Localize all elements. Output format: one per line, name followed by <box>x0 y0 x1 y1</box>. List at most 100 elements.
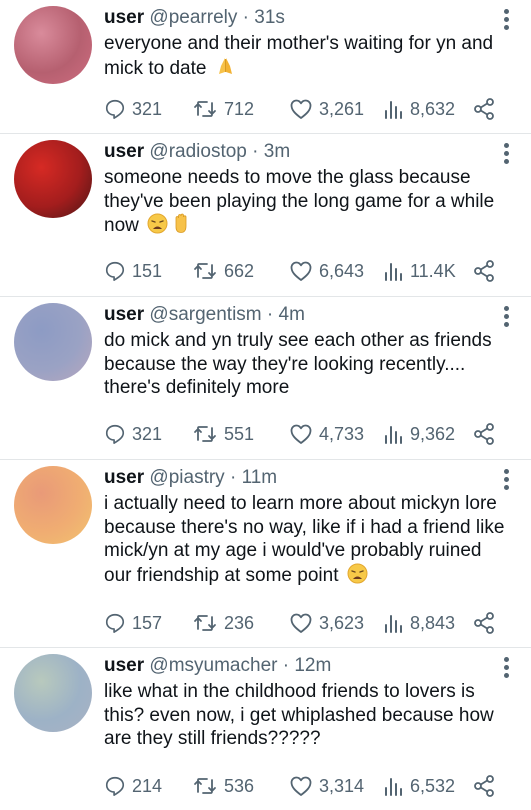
reply-count: 321 <box>132 423 163 444</box>
tweet-header: user @sargentism · 4m <box>104 304 305 326</box>
tweet-feed: user @pearrely · 31s everyone and their … <box>0 0 531 810</box>
weary-face-emoji <box>347 563 368 584</box>
more-options-icon[interactable] <box>503 657 509 679</box>
separator: · <box>229 467 237 488</box>
share-button[interactable] <box>472 96 502 122</box>
retweet-count: 551 <box>224 423 255 444</box>
views-icon <box>385 615 402 633</box>
retweet-count: 712 <box>224 98 255 119</box>
reply-button[interactable]: 151 <box>104 258 162 284</box>
reply-icon <box>105 424 125 444</box>
reply-button[interactable]: 214 <box>104 773 162 799</box>
tweet-text: i actually need to learn more about mick… <box>104 492 514 587</box>
share-button[interactable] <box>472 258 502 284</box>
views-count: 6,532 <box>410 775 456 796</box>
tweet-text: someone needs to move the glass because … <box>104 166 514 238</box>
views-button[interactable]: 9,362 <box>382 421 455 447</box>
views-button[interactable]: 8,632 <box>382 96 455 122</box>
tweet[interactable]: user @piastry · 11m i actually need to l… <box>0 460 531 648</box>
retweet-count: 662 <box>224 260 255 281</box>
display-name[interactable]: user <box>104 467 144 488</box>
tweet[interactable]: user @radiostop · 3m someone needs to mo… <box>0 134 531 297</box>
tweet-text-content: everyone and their mother's waiting for … <box>104 33 494 79</box>
retweet-icon <box>194 615 216 631</box>
views-icon <box>385 778 402 796</box>
timestamp[interactable]: 4m <box>279 304 305 325</box>
user-handle[interactable]: @sargentism <box>149 304 261 325</box>
share-button[interactable] <box>472 421 502 447</box>
display-name[interactable]: user <box>104 304 144 325</box>
timestamp[interactable]: 31s <box>254 7 285 28</box>
user-handle[interactable]: @radiostop <box>149 141 246 162</box>
tweet-actions: 321 551 4,733 9,362 <box>104 421 504 447</box>
share-icon <box>474 612 494 634</box>
avatar[interactable] <box>14 140 92 218</box>
retweet-button[interactable]: 712 <box>192 96 254 122</box>
like-button[interactable]: 3,261 <box>289 96 364 122</box>
views-count: 8,843 <box>410 612 456 633</box>
views-count: 11.4K <box>410 260 456 281</box>
like-button[interactable]: 6,643 <box>289 258 364 284</box>
like-count: 3,314 <box>319 775 365 796</box>
display-name[interactable]: user <box>104 655 144 676</box>
user-handle[interactable]: @msyumacher <box>149 655 277 676</box>
tweet[interactable]: user @pearrely · 31s everyone and their … <box>0 0 531 134</box>
share-icon <box>474 775 494 797</box>
retweet-button[interactable]: 536 <box>192 773 254 799</box>
timestamp[interactable]: 3m <box>264 141 290 162</box>
avatar[interactable] <box>14 466 92 544</box>
reply-icon <box>105 99 125 119</box>
tweet-actions: 214 536 3,314 6,532 <box>104 773 504 799</box>
views-button[interactable]: 6,532 <box>382 773 455 799</box>
more-options-icon[interactable] <box>503 469 509 491</box>
like-button[interactable]: 4,733 <box>289 421 364 447</box>
timestamp[interactable]: 12m <box>294 655 331 676</box>
reply-count: 151 <box>132 260 163 281</box>
retweet-button[interactable]: 662 <box>192 258 254 284</box>
reply-icon <box>105 613 125 633</box>
like-button[interactable]: 3,623 <box>289 610 364 636</box>
reply-button[interactable]: 157 <box>104 610 162 636</box>
heart-icon <box>290 261 312 281</box>
views-count: 8,632 <box>410 98 456 119</box>
display-name[interactable]: user <box>104 141 144 162</box>
heart-icon <box>290 99 312 119</box>
views-button[interactable]: 8,843 <box>382 610 455 636</box>
like-count: 3,261 <box>319 98 365 119</box>
separator: · <box>266 304 274 325</box>
reply-count: 214 <box>132 775 163 796</box>
tweet-text-content: do mick and yn truly see each other as f… <box>104 330 492 398</box>
avatar[interactable] <box>14 654 92 732</box>
share-button[interactable] <box>472 610 502 636</box>
views-button[interactable]: 11.4K <box>382 258 456 284</box>
display-name[interactable]: user <box>104 7 144 28</box>
timestamp[interactable]: 11m <box>242 467 278 488</box>
raised-hand-emoji <box>171 213 192 234</box>
avatar[interactable] <box>14 303 92 381</box>
reply-button[interactable]: 321 <box>104 96 162 122</box>
reply-icon <box>105 776 125 796</box>
retweet-icon <box>194 426 216 442</box>
more-options-icon[interactable] <box>503 9 509 31</box>
tweet-header: user @radiostop · 3m <box>104 141 290 163</box>
user-handle[interactable]: @pearrely <box>149 7 237 28</box>
heart-icon <box>290 424 312 444</box>
tweet[interactable]: user @msyumacher · 12m like what in the … <box>0 648 531 810</box>
tweet-text-content: like what in the childhood friends to lo… <box>104 681 494 749</box>
like-count: 3,623 <box>319 612 365 633</box>
retweet-button[interactable]: 551 <box>192 421 254 447</box>
separator: · <box>252 141 259 162</box>
tweet-header: user @piastry · 11m <box>104 467 277 489</box>
user-handle[interactable]: @piastry <box>149 467 224 488</box>
retweet-button[interactable]: 236 <box>192 610 254 636</box>
weary-face-emoji <box>147 213 168 234</box>
reply-button[interactable]: 321 <box>104 421 162 447</box>
share-button[interactable] <box>472 773 502 799</box>
reply-icon <box>105 261 125 281</box>
heart-icon <box>290 776 312 796</box>
more-options-icon[interactable] <box>503 306 509 328</box>
tweet[interactable]: user @sargentism · 4m do mick and yn tru… <box>0 297 531 460</box>
like-button[interactable]: 3,314 <box>289 773 364 799</box>
more-options-icon[interactable] <box>503 143 509 165</box>
avatar[interactable] <box>14 6 92 84</box>
